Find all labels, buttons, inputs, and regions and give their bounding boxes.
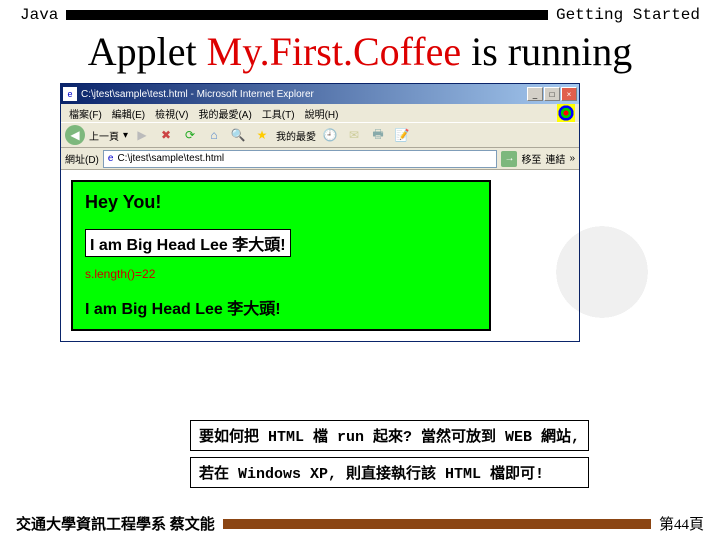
slide-header: Java Getting Started (0, 0, 720, 24)
title-pre: Applet (88, 29, 207, 74)
footer-left: 交通大學資訊工程學系 蔡文能 (16, 513, 215, 534)
go-icon[interactable]: → (501, 151, 517, 167)
header-right: Getting Started (556, 6, 700, 24)
menu-file[interactable]: 檔案(F) (65, 105, 106, 122)
header-left: Java (20, 6, 58, 24)
applet-boxed-text: I am Big Head Lee 李大頭! (85, 229, 291, 257)
note-line1: 要如何把 HTML 檔 run 起來? 當然可放到 WEB 網站, (190, 420, 589, 451)
mail-icon[interactable]: ✉ (344, 125, 364, 145)
address-bar: 網址(D) e C:\jtest\sample\test.html → 移至 連… (61, 148, 579, 170)
address-input[interactable]: e C:\jtest\sample\test.html (103, 150, 498, 168)
windows-logo-icon (557, 104, 575, 122)
close-button[interactable]: × (561, 87, 577, 101)
edit-icon[interactable]: 📝 (392, 125, 412, 145)
footer-page: 第44頁 (659, 513, 704, 534)
menu-help[interactable]: 說明(H) (301, 105, 343, 122)
menubar: 檔案(F) 編輯(E) 檢視(V) 我的最愛(A) 工具(T) 說明(H) (61, 104, 579, 122)
applet-heading: Hey You! (85, 192, 477, 213)
title-highlight: My.First.Coffee (207, 29, 461, 74)
history-icon[interactable]: 🕘 (320, 125, 340, 145)
footer-bar (223, 519, 651, 529)
favorites-icon[interactable]: ★ (252, 125, 272, 145)
links-label[interactable]: 連結 (545, 151, 565, 166)
maximize-button[interactable]: □ (544, 87, 560, 101)
slide-title: Applet My.First.Coffee is running (0, 24, 720, 83)
menu-favorites[interactable]: 我的最愛(A) (194, 105, 255, 122)
home-icon[interactable]: ⌂ (204, 125, 224, 145)
notes: 要如何把 HTML 檔 run 起來? 當然可放到 WEB 網站, 若在 Win… (190, 420, 589, 494)
header-bar (66, 10, 548, 20)
title-post: is running (461, 29, 632, 74)
menu-tools[interactable]: 工具(T) (258, 105, 299, 122)
address-label: 網址(D) (65, 151, 99, 166)
footer: 交通大學資訊工程學系 蔡文能 第44頁 (0, 513, 720, 534)
favorites-label[interactable]: 我的最愛 (276, 128, 316, 143)
dropdown-icon[interactable]: ▾ (123, 130, 128, 141)
search-icon[interactable]: 🔍 (228, 125, 248, 145)
refresh-icon[interactable]: ⟳ (180, 125, 200, 145)
toolbar: ◀ 上一頁 ▾ ▶ ✖ ⟳ ⌂ 🔍 ★ 我的最愛 🕘 ✉ 🖶 📝 (61, 122, 579, 148)
links-chevron-icon[interactable]: » (569, 153, 575, 164)
minimize-button[interactable]: _ (527, 87, 543, 101)
browser-window: e C:\jtest\sample\test.html - Microsoft … (60, 83, 580, 342)
browser-content: Hey You! I am Big Head Lee 李大頭! s.length… (61, 170, 579, 341)
window-buttons: _ □ × (527, 87, 577, 101)
window-title: C:\jtest\sample\test.html - Microsoft In… (81, 89, 527, 100)
applet-panel: Hey You! I am Big Head Lee 李大頭! s.length… (71, 180, 491, 331)
ie-icon: e (63, 87, 77, 101)
back-icon[interactable]: ◀ (65, 125, 85, 145)
titlebar: e C:\jtest\sample\test.html - Microsoft … (61, 84, 579, 104)
print-icon[interactable]: 🖶 (368, 125, 388, 145)
page-icon: e (108, 153, 114, 164)
go-label[interactable]: 移至 (521, 151, 541, 166)
menu-view[interactable]: 檢視(V) (151, 105, 192, 122)
stop-icon[interactable]: ✖ (156, 125, 176, 145)
menu-edit[interactable]: 編輯(E) (108, 105, 149, 122)
applet-length-text: s.length()=22 (85, 267, 477, 281)
address-value: C:\jtest\sample\test.html (117, 153, 224, 164)
back-label[interactable]: 上一頁 (89, 128, 119, 143)
applet-plain-text: I am Big Head Lee 李大頭! (85, 295, 477, 319)
note-line2: 若在 Windows XP, 則直接執行該 HTML 檔即可! (190, 457, 589, 488)
forward-icon[interactable]: ▶ (132, 125, 152, 145)
